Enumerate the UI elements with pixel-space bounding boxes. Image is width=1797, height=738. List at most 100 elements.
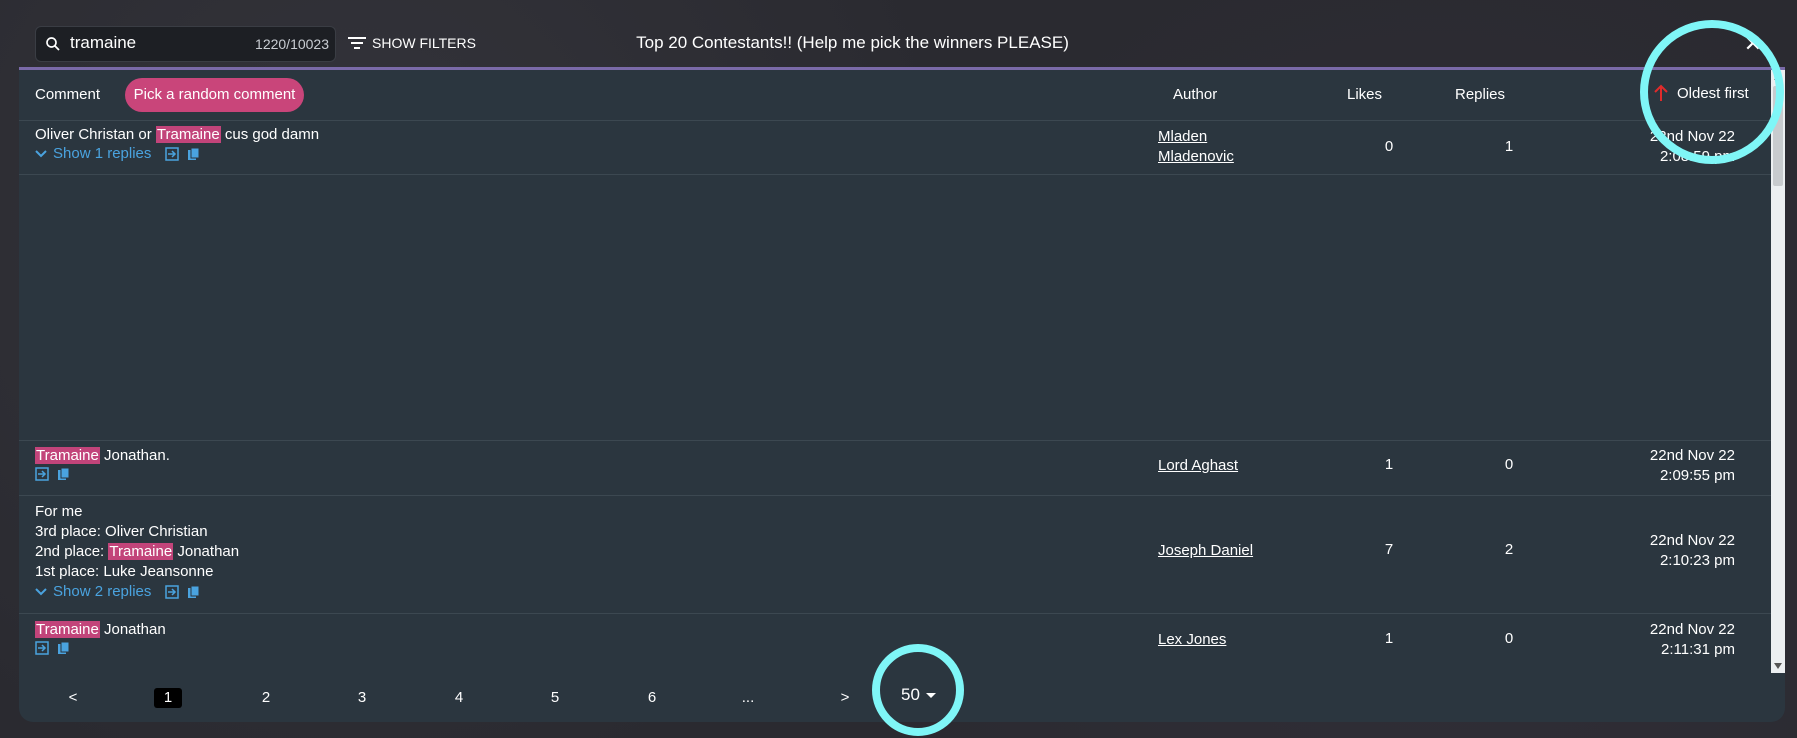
caret-down-icon <box>925 692 936 698</box>
sort-toggle[interactable]: Oldest first <box>1653 84 1749 102</box>
likes-column-header[interactable]: Likes <box>1347 86 1382 103</box>
comment-text: Tramaine Jonathan <box>35 620 166 640</box>
table-header: Comment Pick a random comment Author Lik… <box>19 70 1771 121</box>
date-line: 22nd Nov 22 <box>1649 621 1735 638</box>
comments-list: Oliver Christan or Tramaine cus god damn… <box>19 120 1771 673</box>
likes-count: 0 <box>1384 138 1394 155</box>
time-line: 2:08:59 pm <box>1659 148 1735 165</box>
open-in-icon[interactable] <box>165 146 180 161</box>
comment-tools <box>35 467 71 481</box>
show-replies-label: Show 2 replies <box>53 583 152 600</box>
replies-count: 1 <box>1504 138 1514 155</box>
search-highlight: Tramaine <box>108 543 174 560</box>
scroll-down-arrow-icon[interactable] <box>1774 663 1782 669</box>
show-replies-button[interactable]: Show 2 replies <box>35 583 151 600</box>
comment-text: Tramaine Jonathan. <box>35 446 170 466</box>
time-line: 2:11:31 pm <box>1661 641 1735 658</box>
author-name-line: Mladenovic <box>1158 148 1234 165</box>
date-line: 22nd Nov 22 <box>1649 128 1735 145</box>
page-6-button[interactable]: 6 <box>637 689 667 706</box>
comment-line: 2nd place: Tramaine Jonathan <box>35 542 239 562</box>
page-5-button[interactable]: 5 <box>540 689 570 706</box>
filter-icon <box>348 37 366 49</box>
copy-icon[interactable] <box>57 641 71 655</box>
comment-text-part: Jonathan <box>99 621 166 638</box>
comment-date: 22nd Nov 22 2:08:59 pm <box>1650 127 1735 167</box>
comment-tools: Show 2 replies <box>35 583 201 600</box>
page-3-button[interactable]: 3 <box>347 689 377 706</box>
chevron-down-icon <box>35 149 47 157</box>
author-column-header[interactable]: Author <box>1173 86 1217 103</box>
replies-count: 0 <box>1504 456 1514 473</box>
table-row: Tramaine Jonathan. Lord Aghast 1 0 22nd … <box>19 441 1771 496</box>
author-link[interactable]: Lex Jones <box>1158 630 1226 650</box>
author-link[interactable]: Joseph Daniel <box>1158 541 1253 561</box>
comment-text-part: 2nd place: <box>35 543 109 560</box>
comment-date: 22nd Nov 22 2:09:55 pm <box>1650 446 1735 486</box>
scroll-up-arrow-icon[interactable] <box>1774 74 1782 80</box>
page-4-button[interactable]: 4 <box>444 689 474 706</box>
comment-tools <box>35 641 71 655</box>
comment-line: For me <box>35 503 83 520</box>
open-in-icon[interactable] <box>35 641 49 655</box>
copy-icon[interactable] <box>57 467 71 481</box>
prev-page-button[interactable]: < <box>58 689 88 706</box>
arrow-up-icon <box>1654 84 1668 101</box>
page-title: Top 20 Contestants!! (Help me pick the w… <box>636 33 1069 52</box>
search-highlight: Tramaine <box>155 126 221 143</box>
likes-count: 1 <box>1384 630 1394 647</box>
table-row: For me 3rd place: Oliver Christian 2nd p… <box>19 496 1771 614</box>
comment-column-header: Comment <box>35 86 101 103</box>
comment-text-part: Oliver Christan or <box>35 126 156 143</box>
comment-line: 3rd place: Oliver Christian <box>35 523 208 540</box>
likes-count: 7 <box>1384 541 1394 558</box>
top-bar: tramaine 1220/10023 SHOW FILTERS Top 20 … <box>0 0 1797 68</box>
open-in-icon[interactable] <box>35 467 49 481</box>
comment-date: 22nd Nov 22 2:10:23 pm <box>1650 531 1735 571</box>
time-line: 2:10:23 pm <box>1659 552 1735 569</box>
comments-panel: Comment Pick a random comment Author Lik… <box>19 67 1785 722</box>
comment-date: 22nd Nov 22 2:11:31 pm <box>1650 620 1735 660</box>
pick-random-comment-button[interactable]: Pick a random comment <box>125 78 304 112</box>
per-page-select[interactable]: 50 <box>901 685 936 705</box>
sort-label: Oldest first <box>1677 84 1749 102</box>
table-row: Tramaine Jonathan Lex Jones 1 0 22nd Nov… <box>19 614 1771 672</box>
show-replies-button[interactable]: Show 1 replies <box>35 145 151 162</box>
page-2-button[interactable]: 2 <box>251 689 281 706</box>
search-highlight: Tramaine <box>35 621 100 638</box>
show-filters-label: SHOW FILTERS <box>372 35 476 51</box>
comment-text-part: cus god damn <box>220 126 320 143</box>
search-icon <box>46 37 60 51</box>
open-in-icon[interactable] <box>165 584 180 599</box>
copy-icon[interactable] <box>187 147 201 161</box>
comment-text: Oliver Christan or Tramaine cus god damn <box>35 125 319 145</box>
comment-line: 1st place: Luke Jeansonne <box>35 563 214 580</box>
replies-count: 2 <box>1504 541 1514 558</box>
show-filters-button[interactable]: SHOW FILTERS <box>348 33 476 53</box>
page-1-button[interactable]: 1 <box>154 688 182 708</box>
replies-count: 0 <box>1504 630 1514 647</box>
show-replies-label: Show 1 replies <box>53 145 152 162</box>
per-page-value: 50 <box>901 685 920 704</box>
date-line: 22nd Nov 22 <box>1649 532 1735 549</box>
page-ellipsis-button[interactable]: ... <box>733 689 763 706</box>
next-page-button[interactable]: > <box>830 689 860 706</box>
pagination: < 1 2 3 4 5 6 ... > 50 <box>19 673 1771 722</box>
comment-tools: Show 1 replies <box>35 145 201 162</box>
comment-text: For me 3rd place: Oliver Christian 2nd p… <box>35 502 239 582</box>
time-line: 2:09:55 pm <box>1659 467 1735 484</box>
author-link[interactable]: Mladen Mladenovic <box>1158 127 1234 167</box>
scrollbar-thumb[interactable] <box>1773 86 1783 186</box>
copy-icon[interactable] <box>187 585 201 599</box>
search-box[interactable]: tramaine 1220/10023 <box>35 26 336 62</box>
close-icon[interactable]: ✕ <box>1742 33 1764 56</box>
search-input[interactable]: tramaine <box>70 33 136 53</box>
search-highlight: Tramaine <box>35 447 100 464</box>
likes-count: 1 <box>1384 456 1394 473</box>
author-name-line: Mladen <box>1158 128 1208 145</box>
replies-column-header[interactable]: Replies <box>1455 86 1505 103</box>
table-row: Oliver Christan or Tramaine cus god damn… <box>19 120 1771 175</box>
vertical-scrollbar[interactable] <box>1771 70 1785 673</box>
comment-text-part: Jonathan <box>173 543 240 560</box>
author-link[interactable]: Lord Aghast <box>1158 456 1238 476</box>
